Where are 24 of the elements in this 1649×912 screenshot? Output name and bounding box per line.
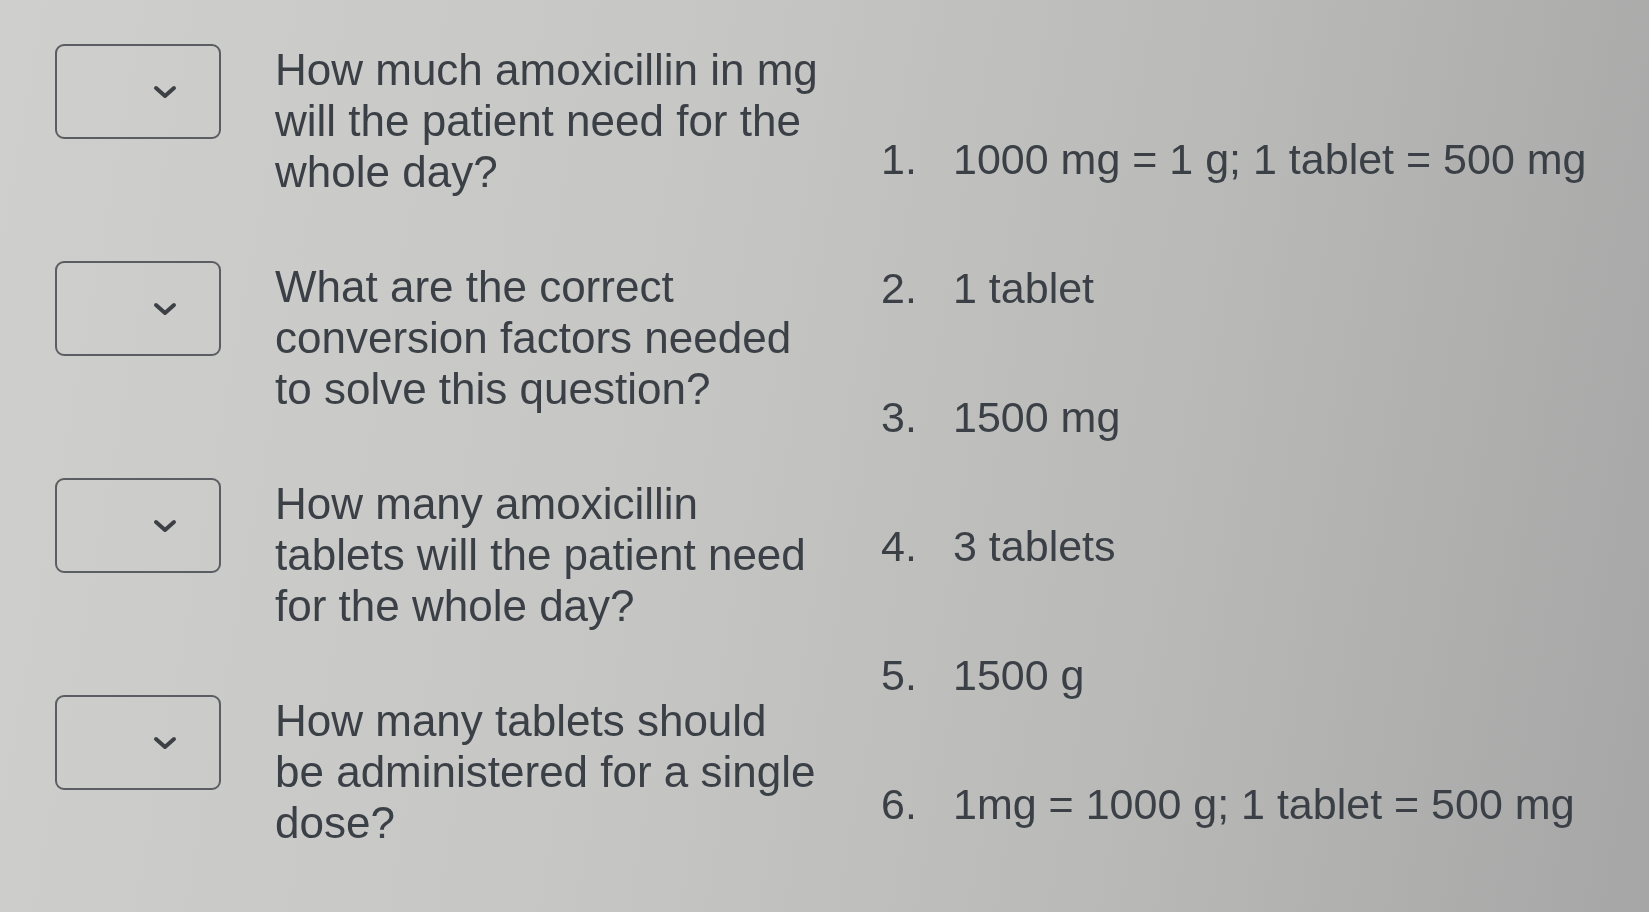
chevron-down-icon	[153, 84, 177, 99]
answer-option: 1000 mg = 1 g; 1 tablet = 500 mg	[953, 132, 1587, 185]
answer-number: 2.	[881, 262, 918, 314]
answer-number: 1.	[881, 133, 918, 185]
answer-number: 5.	[881, 649, 918, 701]
answer-option: 1500 mg	[953, 390, 1121, 443]
answer-number: 6.	[881, 778, 918, 830]
answer-number: 3.	[881, 391, 918, 443]
answer-select[interactable]	[55, 261, 221, 356]
answer-option: 1mg = 1000 g; 1 tablet = 500 mg	[953, 777, 1575, 830]
question-text: How many amoxicillin tablets will the patient need for the whole day?	[275, 478, 807, 631]
question-text: How much amoxicillin in mg will the patient need for the whole day?	[275, 44, 819, 197]
answer-number: 4.	[881, 520, 918, 572]
answer-select[interactable]	[55, 478, 221, 573]
chevron-down-icon	[153, 735, 177, 750]
answer-option: 3 tablets	[953, 519, 1116, 572]
answer-option: 1 tablet	[953, 261, 1095, 314]
question-text: How many tablets should be administered for a single dose?	[275, 695, 817, 848]
answer-select[interactable]	[55, 695, 221, 790]
question-text: What are the correct conversion factors needed to solve this question?	[275, 261, 793, 414]
answer-option: 1500 g	[953, 648, 1085, 701]
answer-select[interactable]	[55, 44, 221, 139]
chevron-down-icon	[153, 301, 177, 316]
chevron-down-icon	[153, 518, 177, 533]
